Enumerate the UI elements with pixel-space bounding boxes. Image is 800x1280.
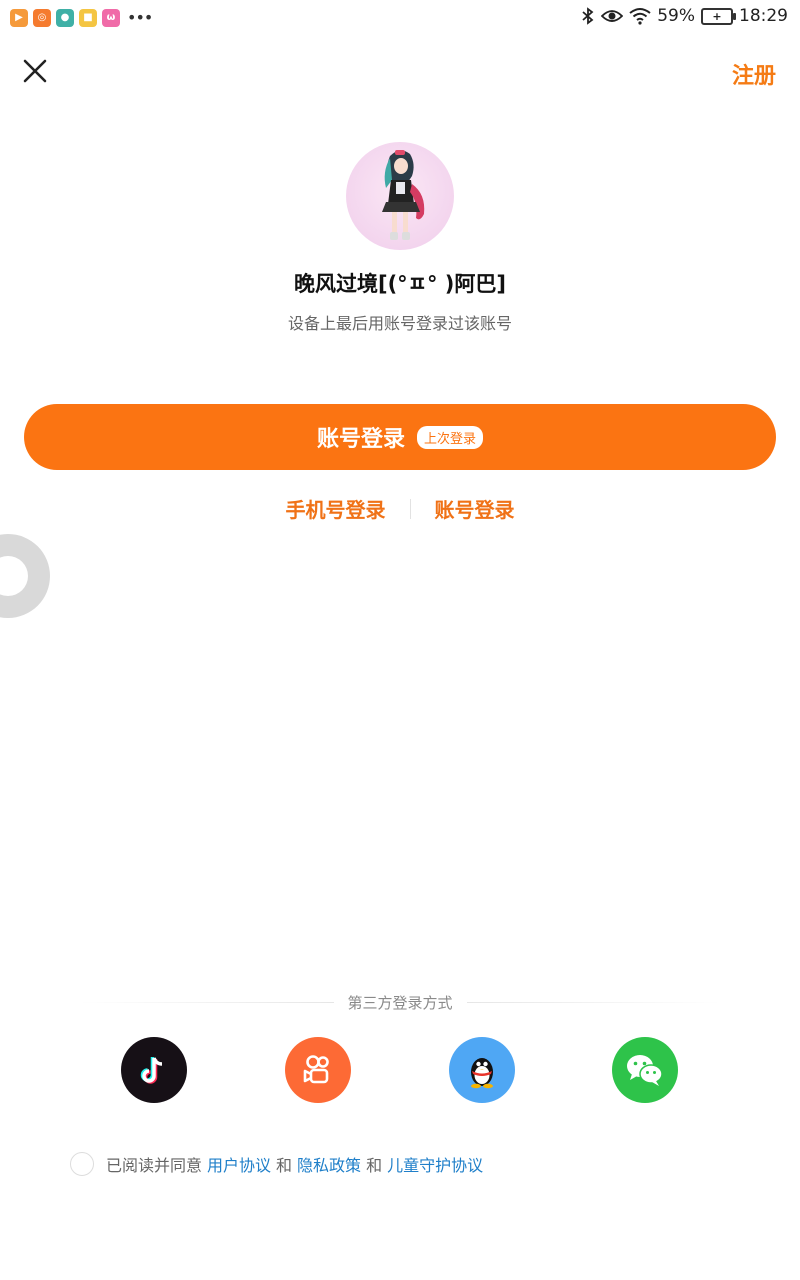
divider-left [80,1002,334,1003]
privacy-policy-link[interactable]: 隐私政策 [297,1152,361,1176]
kuaishou-login-button[interactable] [285,1037,351,1103]
kuaishou-app-icon: ◎ [33,8,51,27]
agreement-prefix: 已阅读并同意 [106,1156,203,1175]
username: 晚风过境[(°ㅍ° )阿巴] [293,272,507,296]
battery-percent: 59% [657,6,695,26]
alt-login-row: 手机号登录 账号登录 [0,494,800,523]
account-login-link[interactable]: 账号登录 [435,494,515,523]
status-bar-app-icons: ▶ ◎ ● ■ ω ••• [10,8,153,27]
account-login-button[interactable]: 账号登录 上次登录 [24,404,776,470]
bluetooth-icon [582,7,594,25]
wifi-icon [629,8,651,25]
last-login-badge: 上次登录 [417,425,484,449]
qq-login-button[interactable] [449,1037,515,1103]
more-notifications-icon: ••• [127,8,153,27]
child-protection-link[interactable]: 儿童守护协议 [387,1152,483,1176]
close-icon [23,59,47,83]
avatar [346,142,454,250]
third-party-title: 第三方登录方式 [347,994,453,1012]
floating-assist-button[interactable] [0,534,50,618]
third-party-title-row: 第三方登录方式 [80,992,721,1013]
douyin-icon [140,1057,163,1084]
kuaishou-icon [303,1055,329,1084]
eye-comfort-icon [601,10,624,22]
anime-character-avatar-image [382,150,425,240]
clock: 18:29 [739,6,788,26]
divider [409,498,411,519]
battery-charging-icon: + [701,7,736,25]
pink-app-icon: ω [102,8,120,27]
video-app-icon: ▶ [10,8,28,27]
yellow-app-icon: ■ [79,8,97,27]
user-agreement-link[interactable]: 用户协议 [207,1152,271,1176]
account-login-label: 账号登录 [316,427,405,452]
divider-right [466,1002,721,1003]
status-bar-right: 59% + 18:29 [581,6,788,26]
close-button[interactable] [20,56,50,86]
qq-penguin-icon [471,1058,493,1089]
agreement-checkbox[interactable] [70,1152,94,1176]
last-login-hint: 设备上最后用账号登录过该账号 [287,314,512,333]
status-bar: ▶ ◎ ● ■ ω ••• 59% + 18:29 [0,0,800,36]
phone-login-link[interactable]: 手机号登录 [286,494,386,523]
agreement-and-2: 和 [366,1156,383,1175]
floating-assist-inner [0,556,28,596]
wechat-login-button[interactable] [612,1037,678,1103]
register-button[interactable]: 注册 [732,58,776,90]
panda-app-icon: ● [56,8,74,27]
douyin-login-button[interactable] [121,1037,187,1103]
wechat-icon [627,1055,663,1086]
agreement-and-1: 和 [276,1156,293,1175]
agreement-row: 已阅读并同意 用户协议 和 隐私政策 和 儿童守护协议 [70,1152,488,1176]
